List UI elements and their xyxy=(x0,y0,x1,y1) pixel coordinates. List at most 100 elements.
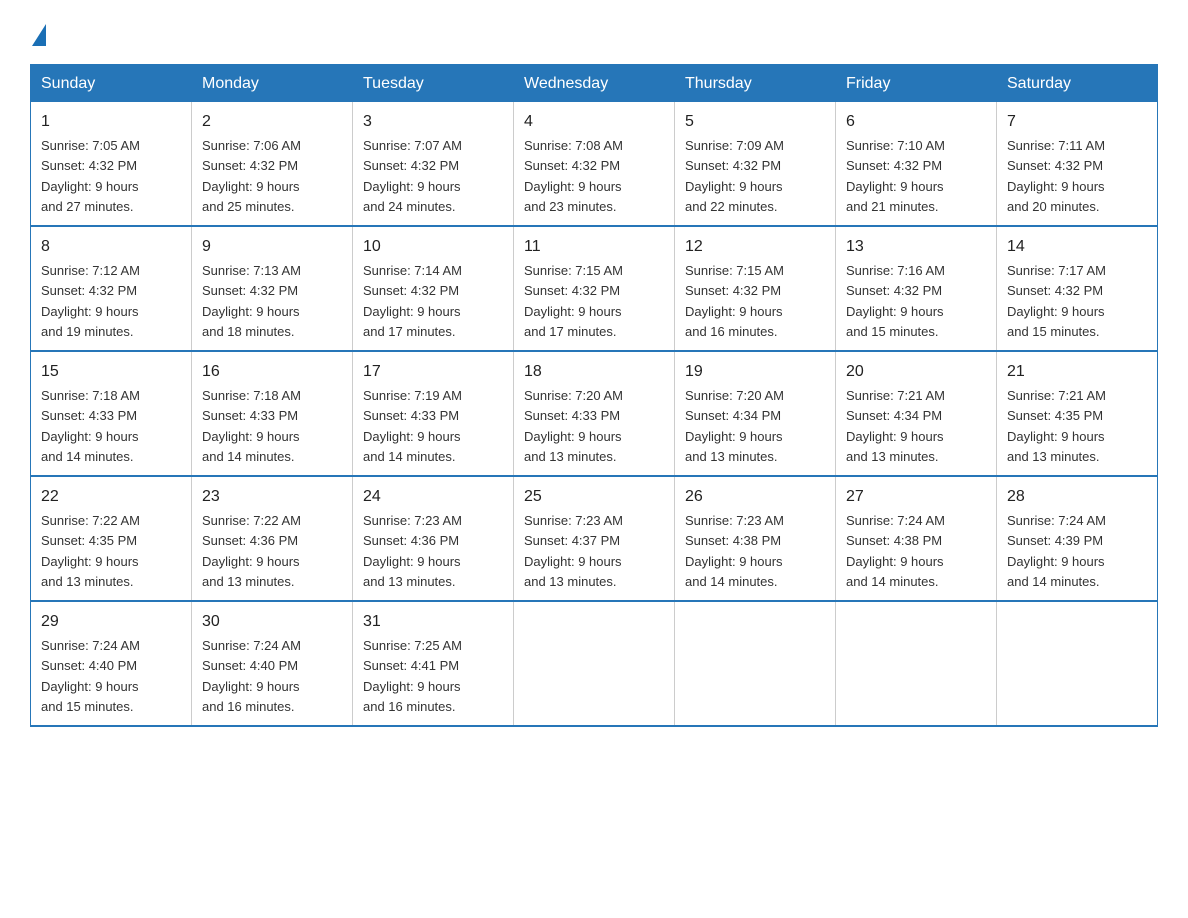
day-number: 27 xyxy=(846,485,986,509)
day-info: Sunrise: 7:24 AMSunset: 4:39 PMDaylight:… xyxy=(1007,513,1106,589)
header-monday: Monday xyxy=(192,65,353,102)
calendar-cell: 9 Sunrise: 7:13 AMSunset: 4:32 PMDayligh… xyxy=(192,226,353,351)
day-number: 25 xyxy=(524,485,664,509)
day-number: 31 xyxy=(363,610,503,634)
day-number: 18 xyxy=(524,360,664,384)
header-friday: Friday xyxy=(836,65,997,102)
day-number: 17 xyxy=(363,360,503,384)
day-number: 24 xyxy=(363,485,503,509)
week-row-3: 15 Sunrise: 7:18 AMSunset: 4:33 PMDaylig… xyxy=(31,351,1158,476)
day-info: Sunrise: 7:06 AMSunset: 4:32 PMDaylight:… xyxy=(202,138,301,214)
day-info: Sunrise: 7:07 AMSunset: 4:32 PMDaylight:… xyxy=(363,138,462,214)
day-number: 11 xyxy=(524,235,664,259)
day-number: 1 xyxy=(41,110,181,134)
day-number: 29 xyxy=(41,610,181,634)
calendar-cell: 26 Sunrise: 7:23 AMSunset: 4:38 PMDaylig… xyxy=(675,476,836,601)
day-number: 10 xyxy=(363,235,503,259)
calendar-cell: 31 Sunrise: 7:25 AMSunset: 4:41 PMDaylig… xyxy=(353,601,514,726)
header-tuesday: Tuesday xyxy=(353,65,514,102)
calendar-cell: 14 Sunrise: 7:17 AMSunset: 4:32 PMDaylig… xyxy=(997,226,1158,351)
day-info: Sunrise: 7:10 AMSunset: 4:32 PMDaylight:… xyxy=(846,138,945,214)
calendar-cell: 4 Sunrise: 7:08 AMSunset: 4:32 PMDayligh… xyxy=(514,102,675,227)
day-info: Sunrise: 7:22 AMSunset: 4:36 PMDaylight:… xyxy=(202,513,301,589)
day-info: Sunrise: 7:17 AMSunset: 4:32 PMDaylight:… xyxy=(1007,263,1106,339)
day-number: 23 xyxy=(202,485,342,509)
day-info: Sunrise: 7:18 AMSunset: 4:33 PMDaylight:… xyxy=(202,388,301,464)
calendar-cell: 3 Sunrise: 7:07 AMSunset: 4:32 PMDayligh… xyxy=(353,102,514,227)
day-number: 7 xyxy=(1007,110,1147,134)
day-info: Sunrise: 7:19 AMSunset: 4:33 PMDaylight:… xyxy=(363,388,462,464)
calendar-cell: 17 Sunrise: 7:19 AMSunset: 4:33 PMDaylig… xyxy=(353,351,514,476)
day-number: 26 xyxy=(685,485,825,509)
calendar-cell: 20 Sunrise: 7:21 AMSunset: 4:34 PMDaylig… xyxy=(836,351,997,476)
day-info: Sunrise: 7:20 AMSunset: 4:33 PMDaylight:… xyxy=(524,388,623,464)
calendar-cell: 22 Sunrise: 7:22 AMSunset: 4:35 PMDaylig… xyxy=(31,476,192,601)
day-info: Sunrise: 7:21 AMSunset: 4:35 PMDaylight:… xyxy=(1007,388,1106,464)
day-number: 12 xyxy=(685,235,825,259)
calendar-cell: 12 Sunrise: 7:15 AMSunset: 4:32 PMDaylig… xyxy=(675,226,836,351)
calendar-cell: 21 Sunrise: 7:21 AMSunset: 4:35 PMDaylig… xyxy=(997,351,1158,476)
calendar-cell: 28 Sunrise: 7:24 AMSunset: 4:39 PMDaylig… xyxy=(997,476,1158,601)
week-row-2: 8 Sunrise: 7:12 AMSunset: 4:32 PMDayligh… xyxy=(31,226,1158,351)
day-number: 2 xyxy=(202,110,342,134)
day-number: 14 xyxy=(1007,235,1147,259)
day-info: Sunrise: 7:18 AMSunset: 4:33 PMDaylight:… xyxy=(41,388,140,464)
calendar-cell: 18 Sunrise: 7:20 AMSunset: 4:33 PMDaylig… xyxy=(514,351,675,476)
day-info: Sunrise: 7:20 AMSunset: 4:34 PMDaylight:… xyxy=(685,388,784,464)
day-number: 8 xyxy=(41,235,181,259)
header-thursday: Thursday xyxy=(675,65,836,102)
day-info: Sunrise: 7:25 AMSunset: 4:41 PMDaylight:… xyxy=(363,638,462,714)
day-number: 22 xyxy=(41,485,181,509)
week-row-4: 22 Sunrise: 7:22 AMSunset: 4:35 PMDaylig… xyxy=(31,476,1158,601)
calendar-cell: 5 Sunrise: 7:09 AMSunset: 4:32 PMDayligh… xyxy=(675,102,836,227)
calendar-cell: 25 Sunrise: 7:23 AMSunset: 4:37 PMDaylig… xyxy=(514,476,675,601)
day-number: 20 xyxy=(846,360,986,384)
day-info: Sunrise: 7:11 AMSunset: 4:32 PMDaylight:… xyxy=(1007,138,1105,214)
day-info: Sunrise: 7:24 AMSunset: 4:40 PMDaylight:… xyxy=(41,638,140,714)
calendar-cell: 7 Sunrise: 7:11 AMSunset: 4:32 PMDayligh… xyxy=(997,102,1158,227)
header-wednesday: Wednesday xyxy=(514,65,675,102)
day-number: 4 xyxy=(524,110,664,134)
day-info: Sunrise: 7:23 AMSunset: 4:38 PMDaylight:… xyxy=(685,513,784,589)
day-info: Sunrise: 7:23 AMSunset: 4:37 PMDaylight:… xyxy=(524,513,623,589)
calendar-cell: 8 Sunrise: 7:12 AMSunset: 4:32 PMDayligh… xyxy=(31,226,192,351)
calendar-table: SundayMondayTuesdayWednesdayThursdayFrid… xyxy=(30,64,1158,727)
day-info: Sunrise: 7:12 AMSunset: 4:32 PMDaylight:… xyxy=(41,263,140,339)
calendar-cell: 29 Sunrise: 7:24 AMSunset: 4:40 PMDaylig… xyxy=(31,601,192,726)
day-info: Sunrise: 7:13 AMSunset: 4:32 PMDaylight:… xyxy=(202,263,301,339)
calendar-cell: 1 Sunrise: 7:05 AMSunset: 4:32 PMDayligh… xyxy=(31,102,192,227)
week-row-5: 29 Sunrise: 7:24 AMSunset: 4:40 PMDaylig… xyxy=(31,601,1158,726)
day-info: Sunrise: 7:21 AMSunset: 4:34 PMDaylight:… xyxy=(846,388,945,464)
day-number: 13 xyxy=(846,235,986,259)
day-info: Sunrise: 7:15 AMSunset: 4:32 PMDaylight:… xyxy=(685,263,784,339)
calendar-cell: 13 Sunrise: 7:16 AMSunset: 4:32 PMDaylig… xyxy=(836,226,997,351)
day-info: Sunrise: 7:24 AMSunset: 4:40 PMDaylight:… xyxy=(202,638,301,714)
calendar-cell xyxy=(514,601,675,726)
calendar-cell xyxy=(675,601,836,726)
calendar-cell: 10 Sunrise: 7:14 AMSunset: 4:32 PMDaylig… xyxy=(353,226,514,351)
calendar-header-row: SundayMondayTuesdayWednesdayThursdayFrid… xyxy=(31,65,1158,102)
day-number: 30 xyxy=(202,610,342,634)
day-info: Sunrise: 7:14 AMSunset: 4:32 PMDaylight:… xyxy=(363,263,462,339)
day-number: 19 xyxy=(685,360,825,384)
calendar-cell: 15 Sunrise: 7:18 AMSunset: 4:33 PMDaylig… xyxy=(31,351,192,476)
calendar-cell: 16 Sunrise: 7:18 AMSunset: 4:33 PMDaylig… xyxy=(192,351,353,476)
logo-triangle-icon xyxy=(32,24,46,46)
calendar-cell: 19 Sunrise: 7:20 AMSunset: 4:34 PMDaylig… xyxy=(675,351,836,476)
day-number: 9 xyxy=(202,235,342,259)
day-info: Sunrise: 7:24 AMSunset: 4:38 PMDaylight:… xyxy=(846,513,945,589)
day-info: Sunrise: 7:16 AMSunset: 4:32 PMDaylight:… xyxy=(846,263,945,339)
calendar-cell: 27 Sunrise: 7:24 AMSunset: 4:38 PMDaylig… xyxy=(836,476,997,601)
calendar-cell: 30 Sunrise: 7:24 AMSunset: 4:40 PMDaylig… xyxy=(192,601,353,726)
day-info: Sunrise: 7:22 AMSunset: 4:35 PMDaylight:… xyxy=(41,513,140,589)
day-info: Sunrise: 7:09 AMSunset: 4:32 PMDaylight:… xyxy=(685,138,784,214)
day-info: Sunrise: 7:05 AMSunset: 4:32 PMDaylight:… xyxy=(41,138,140,214)
calendar-cell: 24 Sunrise: 7:23 AMSunset: 4:36 PMDaylig… xyxy=(353,476,514,601)
logo xyxy=(30,20,50,46)
day-number: 15 xyxy=(41,360,181,384)
day-number: 28 xyxy=(1007,485,1147,509)
day-number: 5 xyxy=(685,110,825,134)
day-number: 21 xyxy=(1007,360,1147,384)
day-number: 6 xyxy=(846,110,986,134)
header-saturday: Saturday xyxy=(997,65,1158,102)
